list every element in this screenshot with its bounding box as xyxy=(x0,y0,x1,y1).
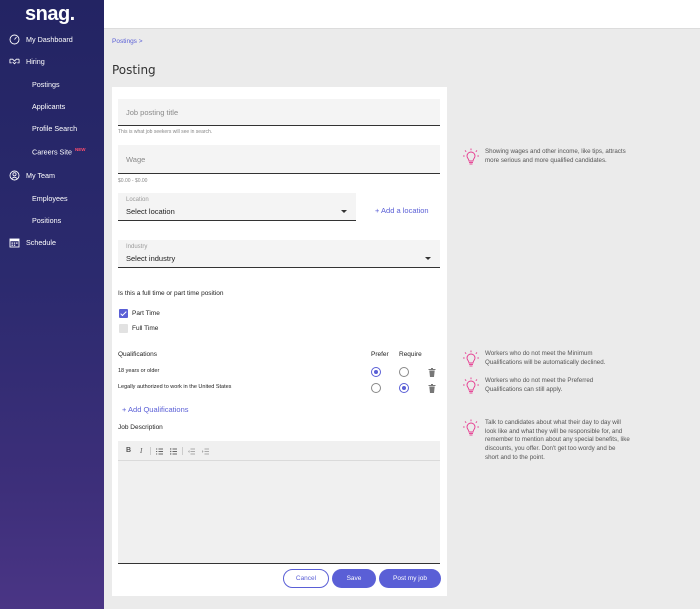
industry-value: Select industry xyxy=(126,254,176,263)
require-column-header: Require xyxy=(399,351,422,358)
gauge-icon xyxy=(9,34,20,45)
cancel-button[interactable]: Cancel xyxy=(283,569,329,588)
part-time-label: Part Time xyxy=(132,310,160,317)
lightbulb-icon xyxy=(463,148,479,165)
sidebar-item-positions[interactable]: Positions xyxy=(0,211,104,229)
editor-toolbar: B I xyxy=(118,441,440,461)
sidebar-item-label: My Team xyxy=(26,170,56,180)
full-time-label: Full Time xyxy=(132,325,159,332)
chevron-down-icon xyxy=(425,257,431,260)
italic-button[interactable]: I xyxy=(140,447,142,455)
location-value: Select location xyxy=(126,207,175,216)
job-title-input[interactable]: Job posting title xyxy=(118,99,440,126)
job-title-hint: This is what job seekers will see in sea… xyxy=(118,129,213,135)
sidebar-item-label: My Dashboard xyxy=(26,34,73,44)
posting-form: Job posting title This is what job seeke… xyxy=(112,87,447,596)
sidebar-item-applicants[interactable]: Applicants xyxy=(0,97,104,115)
chevron-down-icon xyxy=(341,210,347,213)
lightbulb-icon xyxy=(463,419,479,436)
sidebar-item-careers-site[interactable]: Careers Site NEW xyxy=(0,143,104,161)
trash-icon[interactable] xyxy=(428,368,436,377)
logo[interactable]: snag. xyxy=(25,3,75,26)
job-description-editor[interactable]: B I xyxy=(118,441,440,564)
sidebar-item-label: Postings xyxy=(32,79,60,89)
top-bar xyxy=(104,0,700,29)
full-time-checkbox[interactable] xyxy=(119,324,128,333)
numbered-list-icon[interactable] xyxy=(156,448,163,455)
prefer-radio[interactable] xyxy=(371,383,381,393)
add-location-link[interactable]: + Add a location xyxy=(375,206,429,215)
page-title: Posting xyxy=(112,63,156,77)
tip-text: Showing wages and other income, like tip… xyxy=(485,148,626,164)
wage-placeholder: Wage xyxy=(126,155,146,164)
location-select[interactable]: Location Select location xyxy=(118,193,356,221)
sidebar-item-label: Employees xyxy=(32,193,68,203)
post-job-button[interactable]: Post my job xyxy=(379,569,441,588)
calendar-icon xyxy=(9,237,20,248)
part-time-checkbox[interactable] xyxy=(119,309,128,318)
industry-label: Industry xyxy=(126,244,148,250)
add-qualifications-link[interactable]: + Add Qualifications xyxy=(122,405,189,414)
sidebar-item-label: Hiring xyxy=(26,56,45,66)
new-badge: NEW xyxy=(74,147,86,153)
lightbulb-icon xyxy=(463,350,479,367)
sidebar-item-hiring[interactable]: Hiring xyxy=(0,52,104,70)
user-circle-icon xyxy=(9,170,20,181)
handshake-icon xyxy=(9,56,20,67)
job-title-placeholder: Job posting title xyxy=(126,108,179,117)
sidebar-item-profile-search[interactable]: Profile Search xyxy=(0,119,104,137)
trash-icon[interactable] xyxy=(428,384,436,393)
outdent-icon[interactable] xyxy=(188,448,195,455)
sidebar-item-label: Careers Site xyxy=(32,147,72,157)
sidebar-item-label: Profile Search xyxy=(32,123,78,133)
bold-button[interactable]: B xyxy=(126,447,131,454)
sidebar-item-label: Positions xyxy=(32,215,62,225)
indent-icon[interactable] xyxy=(202,448,209,455)
sidebar-item-employees[interactable]: Employees xyxy=(0,189,104,207)
bullet-list-icon[interactable] xyxy=(170,448,177,455)
require-radio[interactable] xyxy=(399,367,409,377)
breadcrumb[interactable]: Postings > xyxy=(112,38,143,45)
sidebar-item-postings[interactable]: Postings xyxy=(0,75,104,93)
lightbulb-icon xyxy=(463,377,479,394)
save-button[interactable]: Save xyxy=(332,569,376,588)
prefer-radio[interactable] xyxy=(371,367,381,377)
job-description-label: Job Description xyxy=(118,424,163,431)
tip-text: Workers who do not meet the Minimum Qual… xyxy=(485,350,606,366)
qualification-row-label: 18 years or older xyxy=(118,368,160,374)
qualifications-header: Qualifications xyxy=(118,351,158,358)
sidebar-item-dashboard[interactable]: My Dashboard xyxy=(0,30,104,48)
employment-type-question: Is this a full time or part time positio… xyxy=(118,290,224,297)
tip-text: Talk to candidates about what their day … xyxy=(485,419,630,461)
require-radio[interactable] xyxy=(399,383,409,393)
sidebar-item-my-team[interactable]: My Team xyxy=(0,166,104,184)
sidebar-item-label: Applicants xyxy=(32,101,66,111)
location-label: Location xyxy=(126,197,149,203)
sidebar: snag. My Dashboard Hiring Postings Appli… xyxy=(0,0,104,609)
sidebar-item-schedule[interactable]: Schedule xyxy=(0,233,104,251)
tip-text: Workers who do not meet the Preferred Qu… xyxy=(485,377,594,393)
qualification-row-label: Legally authorized to work in the United… xyxy=(118,384,232,390)
prefer-column-header: Prefer xyxy=(371,351,389,358)
sidebar-item-label: Schedule xyxy=(26,237,56,247)
wage-hint: $0.00 - $0.00 xyxy=(118,178,148,184)
wage-input[interactable]: Wage xyxy=(118,145,440,174)
industry-select[interactable]: Industry Select industry xyxy=(118,240,440,268)
